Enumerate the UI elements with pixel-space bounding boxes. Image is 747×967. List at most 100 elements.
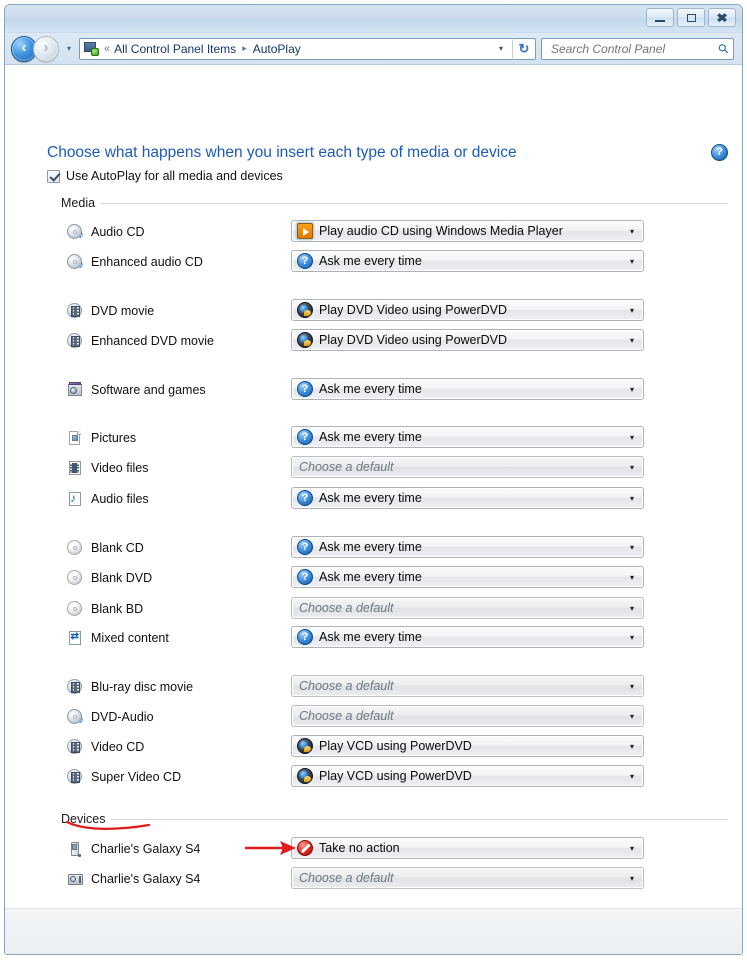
autoplay-row-label-group: DVD movie [67,299,154,323]
group-divider [111,818,728,820]
autoplay-row: Blank CD ? Ask me every time ▾ [5,536,742,560]
autoplay-row-label: Mixed content [91,631,169,645]
minimize-button[interactable] [646,8,674,27]
search-box[interactable]: ⚲ [541,37,734,60]
chevron-down-icon[interactable]: ▾ [621,336,643,345]
chevron-down-icon[interactable]: ▾ [621,433,643,442]
autoplay-action-dropdown[interactable]: Take no action ▾ [291,837,644,859]
desktop-background: ✖ ‹ › ▾ « All Control Panel Items ▸ Auto… [0,0,747,967]
autoplay-row-label-group: ♪ Audio CD [67,220,145,244]
chevron-down-icon[interactable]: ▾ [621,844,643,853]
forward-button[interactable]: › [33,35,59,62]
autoplay-action-value: Choose a default [299,460,394,474]
chevron-down-icon[interactable]: ▾ [621,227,643,236]
autoplay-action-dropdown[interactable]: Play DVD Video using PowerDVD ▾ [291,329,644,351]
autoplay-row: Software and games? Ask me every time ▾ [5,378,742,402]
chevron-down-icon[interactable]: ▾ [621,604,643,613]
chevron-down-icon[interactable]: ▾ [621,463,643,472]
autoplay-action-dropdown[interactable]: Play VCD using PowerDVD ▾ [291,735,644,757]
autoplay-row-label: Charlie's Galaxy S4 [91,842,201,856]
autoplay-row-label: Blank DVD [91,571,153,585]
page-title: Choose what happens when you insert each… [47,144,517,161]
autoplay-action-dropdown[interactable]: Choose a default ▾ [291,705,644,727]
super-video-cd-icon [67,769,83,785]
camera-device-icon [67,871,83,887]
autoplay-row: Charlie's Galaxy S4 Choose a default ▾ [5,867,742,891]
autoplay-row-label-group: Video files [67,456,148,480]
use-autoplay-checkbox[interactable] [47,169,60,183]
autoplay-action-dropdown[interactable]: Play VCD using PowerDVD ▾ [291,765,644,787]
chevron-down-icon[interactable]: ▾ [621,682,643,691]
chevron-down-icon[interactable]: ▾ [621,772,643,781]
autoplay-action-dropdown[interactable]: ? Ask me every time ▾ [291,536,644,558]
chevron-down-icon[interactable]: ▾ [621,874,643,883]
chevron-down-icon[interactable]: ▾ [621,573,643,582]
chevron-down-icon[interactable]: ▾ [621,257,643,266]
dialog-footer [5,908,742,954]
ask-me-icon: ? [297,539,313,555]
autoplay-action-value: Choose a default [299,871,394,885]
autoplay-action-dropdown[interactable]: ? Ask me every time ▾ [291,626,644,648]
autoplay-action-value: Ask me every time [319,491,422,505]
autoplay-row-label-group: Charlie's Galaxy S4 [67,837,200,861]
autoplay-row-label-group: Software and games [67,378,206,402]
chevron-down-icon[interactable]: ▾ [621,633,643,642]
breadcrumb[interactable]: « All Control Panel Items ▸ AutoPlay ▾ [79,37,512,60]
autoplay-action-dropdown[interactable]: Play audio CD using Windows Media Player… [291,220,644,242]
autoplay-action-dropdown[interactable]: Choose a default ▾ [291,456,644,478]
dvd-audio-icon: ♪ [67,709,84,726]
chevron-down-icon[interactable]: ▾ [621,385,643,394]
autoplay-action-value: Play VCD using PowerDVD [319,739,472,753]
chevron-down-icon[interactable]: ▾ [621,543,643,552]
autoplay-action-value: Play VCD using PowerDVD [319,769,472,783]
maximize-button[interactable] [677,8,705,27]
close-button[interactable]: ✖ [708,8,736,27]
autoplay-action-dropdown[interactable]: Play DVD Video using PowerDVD ▾ [291,299,644,321]
autoplay-row-label: Video CD [91,740,145,754]
autoplay-action-dropdown[interactable]: Choose a default ▾ [291,867,644,889]
ask-me-icon: ? [297,629,313,645]
chevron-down-icon[interactable]: ▾ [621,742,643,751]
autoplay-row-label: Blank CD [91,541,144,555]
autoplay-row-label-group: Blank BD [67,597,143,621]
window-controls: ✖ [646,8,736,27]
breadcrumb-dropdown-icon[interactable]: ▾ [492,44,510,53]
powerdvd-icon [297,768,313,784]
search-input[interactable] [549,40,720,57]
breadcrumb-overflow-icon[interactable]: « [104,43,110,55]
back-arrow-icon: ‹ [21,39,27,56]
windows-media-player-icon [297,223,313,239]
video-files-icon [67,460,83,476]
powerdvd-icon [297,302,313,318]
window-titlebar: ✖ [5,5,742,33]
enhanced-audio-cd-icon: ♪ [67,254,84,271]
autoplay-row-label: Enhanced audio CD [91,255,203,269]
autoplay-row-label-group: Pictures [67,426,136,450]
autoplay-action-dropdown[interactable]: ? Ask me every time ▾ [291,426,644,448]
autoplay-action-dropdown[interactable]: ? Ask me every time ▾ [291,250,644,272]
autoplay-row-label-group: Super Video CD [67,765,181,789]
use-autoplay-checkbox-row[interactable]: Use AutoPlay for all media and devices [47,169,283,183]
help-icon[interactable]: ? [711,144,728,161]
mixed-content-icon: ⇄ [67,630,83,646]
autoplay-row: Blank BD Choose a default ▾ [5,597,742,621]
autoplay-action-dropdown[interactable]: ? Ask me every time ▾ [291,566,644,588]
autoplay-row-label: Enhanced DVD movie [91,334,214,348]
autoplay-action-value: Ask me every time [319,570,422,584]
breadcrumb-item-all-control-panel-items[interactable]: All Control Panel Items [114,42,236,56]
chevron-down-icon[interactable]: ▾ [621,494,643,503]
breadcrumb-separator-icon: ▸ [242,43,247,53]
breadcrumb-item-autoplay[interactable]: AutoPlay [253,42,301,56]
chevron-down-icon[interactable]: ▾ [621,712,643,721]
autoplay-action-value: Ask me every time [319,382,422,396]
pictures-icon [67,430,83,446]
autoplay-action-dropdown[interactable]: Choose a default ▾ [291,597,644,619]
autoplay-row-label: Charlie's Galaxy S4 [91,872,201,886]
autoplay-action-dropdown[interactable]: Choose a default ▾ [291,675,644,697]
recent-pages-button[interactable]: ▾ [62,44,76,53]
phone-device-icon [67,841,83,857]
autoplay-action-dropdown[interactable]: ? Ask me every time ▾ [291,487,644,509]
chevron-down-icon[interactable]: ▾ [621,306,643,315]
refresh-button[interactable]: ↻ [512,37,536,60]
autoplay-action-dropdown[interactable]: ? Ask me every time ▾ [291,378,644,400]
